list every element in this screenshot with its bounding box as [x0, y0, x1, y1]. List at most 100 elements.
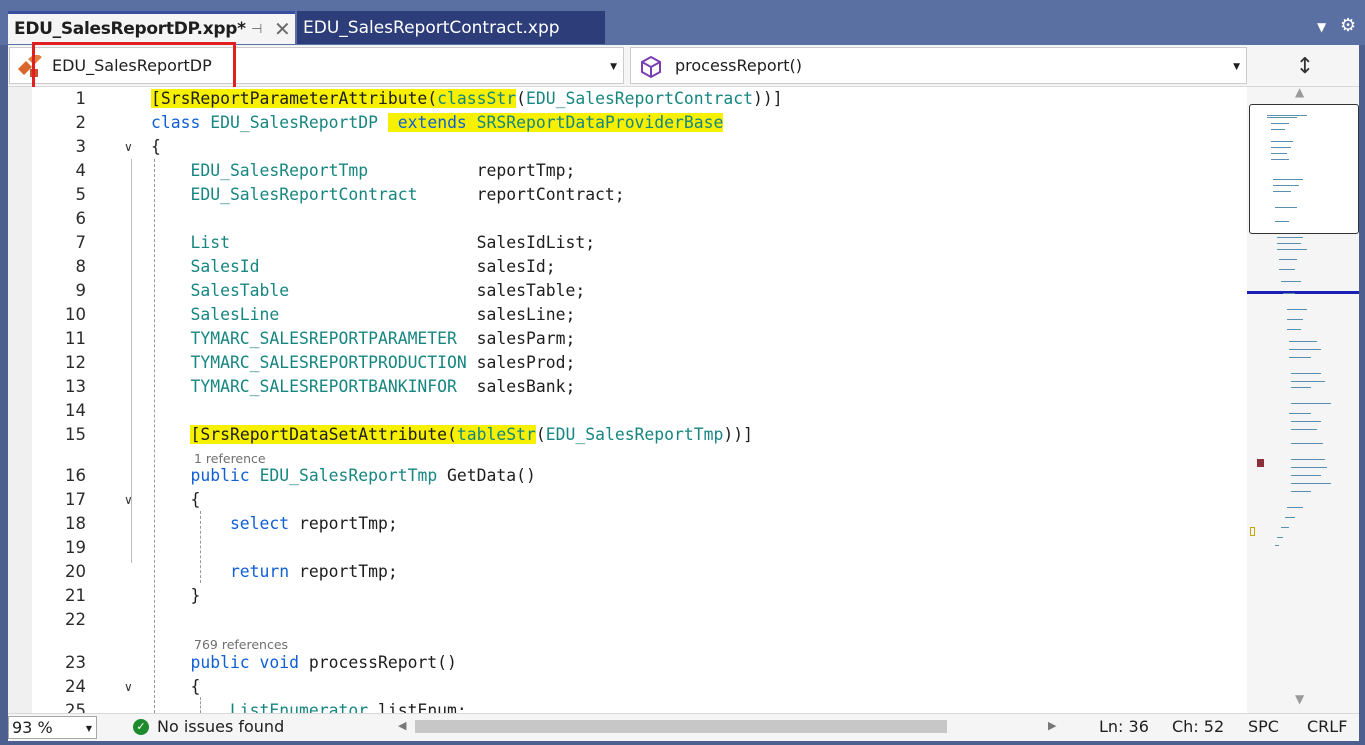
scroll-right-icon[interactable]: ▶: [1048, 719, 1056, 732]
tab-title: EDU_SalesReportContract.xpp: [303, 17, 560, 38]
tab-edu-salesreportcontract[interactable]: EDU_SalesReportContract.xpp: [297, 11, 605, 44]
code-line[interactable]: 9 SalesTable salesTable;: [8, 279, 1247, 303]
fold-toggle-icon[interactable]: ∨: [124, 135, 133, 159]
fold-guide: [131, 159, 132, 563]
code-editor[interactable]: 1 [SrsReportParameterAttribute(classStr(E…: [8, 87, 1247, 713]
code-token: {: [151, 677, 201, 696]
minimap-line: [1291, 459, 1325, 460]
minimap-line: [1291, 467, 1327, 468]
code-token: salesParm;: [456, 329, 576, 348]
split-window-button[interactable]: ↕: [1251, 45, 1359, 87]
code-line[interactable]: 7 List SalesIdList;: [8, 231, 1247, 255]
code-line[interactable]: 22: [8, 608, 1247, 632]
code-line[interactable]: 25 ListEnumerator listEnum;: [8, 699, 1247, 713]
indent-guide: [200, 511, 201, 583]
scroll-down-icon[interactable]: ▼: [1295, 692, 1304, 706]
code-line[interactable]: 18 select reportTmp;: [8, 512, 1247, 536]
issues-indicator[interactable]: ✓ No issues found: [133, 717, 284, 736]
codelens-references[interactable]: 1 reference: [194, 451, 266, 466]
code-line[interactable]: 15 [SrsReportDataSetAttribute(tableStr(E…: [8, 423, 1247, 447]
minimap-line: [1267, 117, 1297, 118]
line-number: 20: [65, 562, 86, 581]
zoom-dropdown[interactable]: 93 % ▼: [8, 716, 97, 739]
char-position-indicator[interactable]: Ch: 52: [1172, 717, 1224, 736]
whitespace-mode-indicator[interactable]: SPC: [1248, 717, 1279, 736]
code-line[interactable]: 5 EDU_SalesReportContract reportContract…: [8, 183, 1247, 207]
map-change-marker: [1250, 527, 1255, 536]
code-line[interactable]: 11 TYMARC_SALESREPORTPARAMETER salesParm…: [8, 327, 1247, 351]
code-token: reportTmp;: [289, 562, 398, 581]
gear-icon[interactable]: ⚙: [1340, 15, 1356, 36]
code-token: public: [151, 466, 260, 485]
line-number: 25: [65, 701, 86, 713]
code-text: ListEnumerator listEnum;: [151, 699, 467, 713]
code-line[interactable]: 16 public EDU_SalesReportTmp GetData(): [8, 464, 1247, 488]
code-text: {: [151, 675, 200, 699]
code-token: ))]: [723, 425, 753, 444]
line-ending-indicator[interactable]: CRLF: [1307, 717, 1347, 736]
code-token: SalesId: [151, 257, 260, 276]
code-overview-map[interactable]: ▲ ▼: [1247, 85, 1359, 713]
code-text: SalesId salesId;: [151, 255, 555, 279]
horizontal-scrollbar-thumb[interactable]: [415, 720, 947, 733]
minimap-line: [1291, 491, 1311, 492]
scroll-left-icon[interactable]: ◀: [398, 719, 406, 732]
minimap-line: [1271, 147, 1291, 148]
code-token: ListEnumerator: [151, 701, 369, 713]
code-token: GetData(): [437, 466, 536, 485]
code-line[interactable]: 12 TYMARC_SALESREPORTPRODUCTION salesPro…: [8, 351, 1247, 375]
code-line[interactable]: 6: [8, 207, 1247, 231]
code-line[interactable]: 4 EDU_SalesReportTmp reportTmp;: [8, 159, 1247, 183]
fold-toggle-icon[interactable]: ∨: [124, 675, 133, 699]
codelens-references[interactable]: 769 references: [194, 637, 288, 652]
code-token: salesTable;: [289, 281, 586, 300]
minimap-line: [1291, 475, 1321, 476]
chevron-down-icon: ▼: [1233, 62, 1240, 72]
code-line[interactable]: 17 ∨ {: [8, 488, 1247, 512]
code-token: reportTmp;: [289, 514, 398, 533]
code-token: public void: [151, 653, 309, 672]
code-token: processReport(): [308, 653, 457, 672]
pin-icon[interactable]: ⊣: [251, 22, 262, 37]
code-line[interactable]: 14: [8, 399, 1247, 423]
line-number: 13: [65, 377, 86, 396]
map-viewport-indicator[interactable]: [1249, 104, 1359, 234]
minimap-line: [1271, 159, 1289, 160]
code-token: EDU_SalesReportTmp: [545, 425, 724, 444]
code-text: TYMARC_SALESREPORTPRODUCTION salesProd;: [151, 351, 575, 375]
code-line[interactable]: 8 SalesId salesId;: [8, 255, 1247, 279]
code-line[interactable]: 23 public void processReport(): [8, 651, 1247, 675]
minimap-line: [1275, 221, 1289, 222]
minimap-line: [1291, 381, 1325, 382]
code-line[interactable]: 2 class EDU_SalesReportDP extends SRSRepo…: [8, 111, 1247, 135]
scroll-up-icon[interactable]: ▲: [1295, 85, 1304, 99]
close-icon[interactable]: ✕: [274, 17, 291, 41]
minimap-line: [1289, 349, 1321, 350]
code-token: SRSReportDataProviderBase: [476, 113, 724, 132]
code-line[interactable]: 24 ∨ {: [8, 675, 1247, 699]
code-text: SalesLine salesLine;: [151, 303, 575, 327]
code-line[interactable]: 21 }: [8, 584, 1247, 608]
code-token: EDU_SalesReportContract: [526, 89, 753, 108]
code-line[interactable]: 10 SalesLine salesLine;: [8, 303, 1247, 327]
line-number: 5: [75, 185, 87, 204]
code-token: classStr: [437, 89, 517, 108]
line-number-indicator[interactable]: Ln: 36: [1099, 717, 1149, 736]
code-token: salesProd;: [466, 353, 576, 372]
code-token: TYMARC_SALESREPORTPARAMETER: [151, 329, 457, 348]
code-token: TYMARC_SALESREPORTBANKINFOR: [151, 377, 457, 396]
code-line[interactable]: 3 ∨ {: [8, 135, 1247, 159]
tab-list-dropdown-icon[interactable]: ▼: [1317, 20, 1326, 34]
member-selector-dropdown[interactable]: processReport() ▼: [630, 47, 1247, 84]
code-line[interactable]: 19: [8, 536, 1247, 560]
code-token: EDU_SalesReportTmp: [259, 466, 438, 485]
code-token: EDU_SalesReportDP: [210, 113, 378, 132]
code-line[interactable]: 1 [SrsReportParameterAttribute(classStr(E…: [8, 87, 1247, 111]
tab-edu-salesreportdp[interactable]: EDU_SalesReportDP.xpp* ⊣ ✕: [8, 11, 295, 44]
code-line[interactable]: 13 TYMARC_SALESREPORTBANKINFOR salesBank…: [8, 375, 1247, 399]
minimap-line: [1291, 429, 1317, 430]
code-line[interactable]: 20 return reportTmp;: [8, 560, 1247, 584]
line-number: 10: [65, 305, 86, 324]
code-token: select: [151, 514, 290, 533]
